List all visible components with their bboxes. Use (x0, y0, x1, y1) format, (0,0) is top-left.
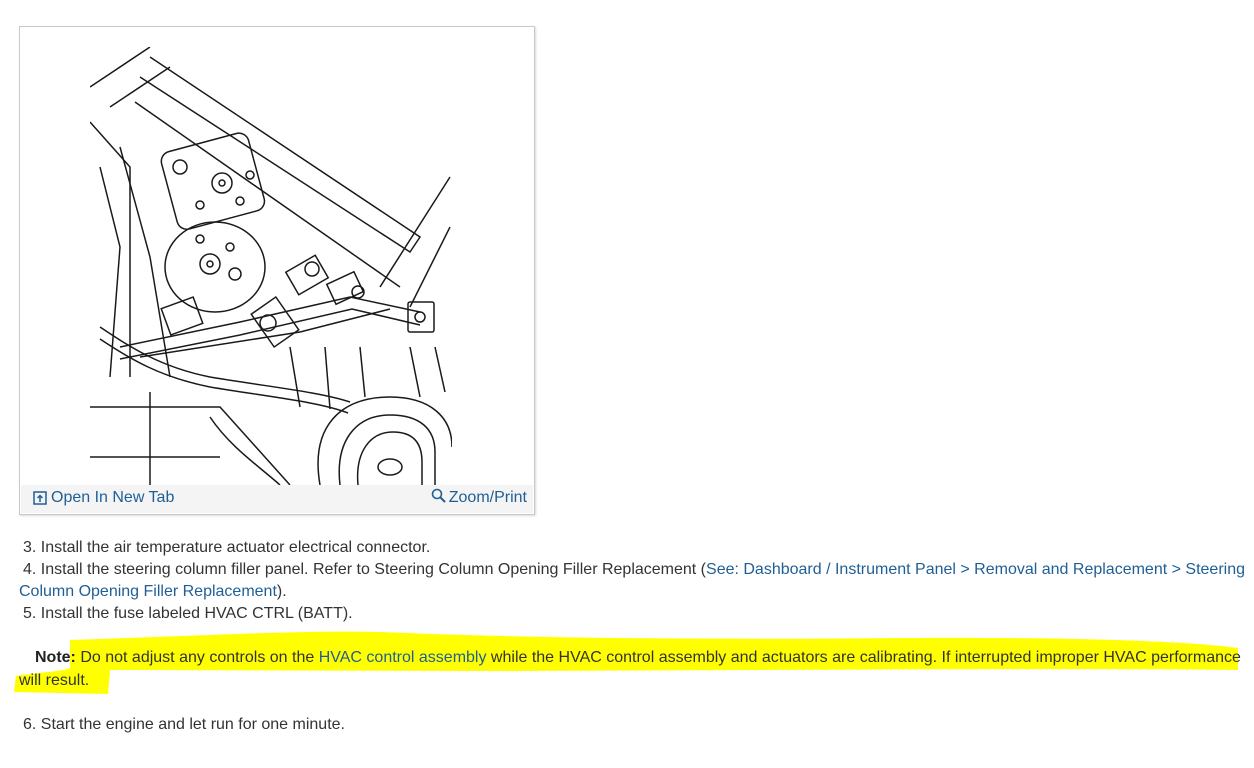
note-part1: Do not adjust any controls on the (80, 649, 319, 666)
step-number: 6. (23, 716, 37, 733)
figure-toolbar: Open In New Tab Zoom/Print (21, 485, 533, 513)
steering-filler-link-line1[interactable]: See: Dashboard / Instrument Panel > Remo… (706, 561, 1245, 578)
step-number: 5. (23, 605, 37, 622)
figure-panel: Open In New Tab Zoom/Print (19, 26, 535, 515)
open-new-tab-link[interactable]: Open In New Tab (33, 489, 174, 507)
step-5: 5. Install the fuse labeled HVAC CTRL (B… (23, 603, 353, 625)
steering-filler-link-line2[interactable]: Column Opening Filler Replacement (19, 583, 277, 600)
step-4-tail: ). (276, 583, 287, 600)
open-new-tab-label: Open In New Tab (51, 489, 175, 506)
step-3: 3. Install the air temperature actuator … (23, 537, 430, 559)
note-line-2: will result. (19, 672, 90, 689)
note-line-1: Note: Do not adjust any controls on the … (35, 647, 1241, 669)
step-number: 4. (23, 561, 37, 578)
zoom-print-label: Zoom/Print (448, 489, 527, 506)
note-part2: while the HVAC control assembly and actu… (486, 649, 1241, 666)
step-text: Install the air temperature actuator ele… (40, 539, 431, 556)
hvac-actuator-diagram (90, 47, 452, 485)
step-number: 3. (23, 539, 37, 556)
step-6: 6. Start the engine and let run for one … (23, 714, 345, 736)
open-new-tab-icon (33, 491, 47, 505)
step-text: Install the steering column filler panel… (40, 561, 707, 578)
step-text: Start the engine and let run for one min… (40, 716, 345, 733)
step-4-continuation: Column Opening Filler Replacement). (19, 581, 287, 603)
step-4: 4. Install the steering column filler pa… (23, 559, 1245, 581)
step-text: Install the fuse labeled HVAC CTRL (BATT… (40, 605, 353, 622)
hvac-control-assembly-link[interactable]: HVAC control assembly (319, 649, 487, 666)
zoom-print-link[interactable]: Zoom/Print (431, 488, 527, 507)
magnifier-icon (431, 488, 446, 503)
note-label: Note: (35, 649, 76, 666)
